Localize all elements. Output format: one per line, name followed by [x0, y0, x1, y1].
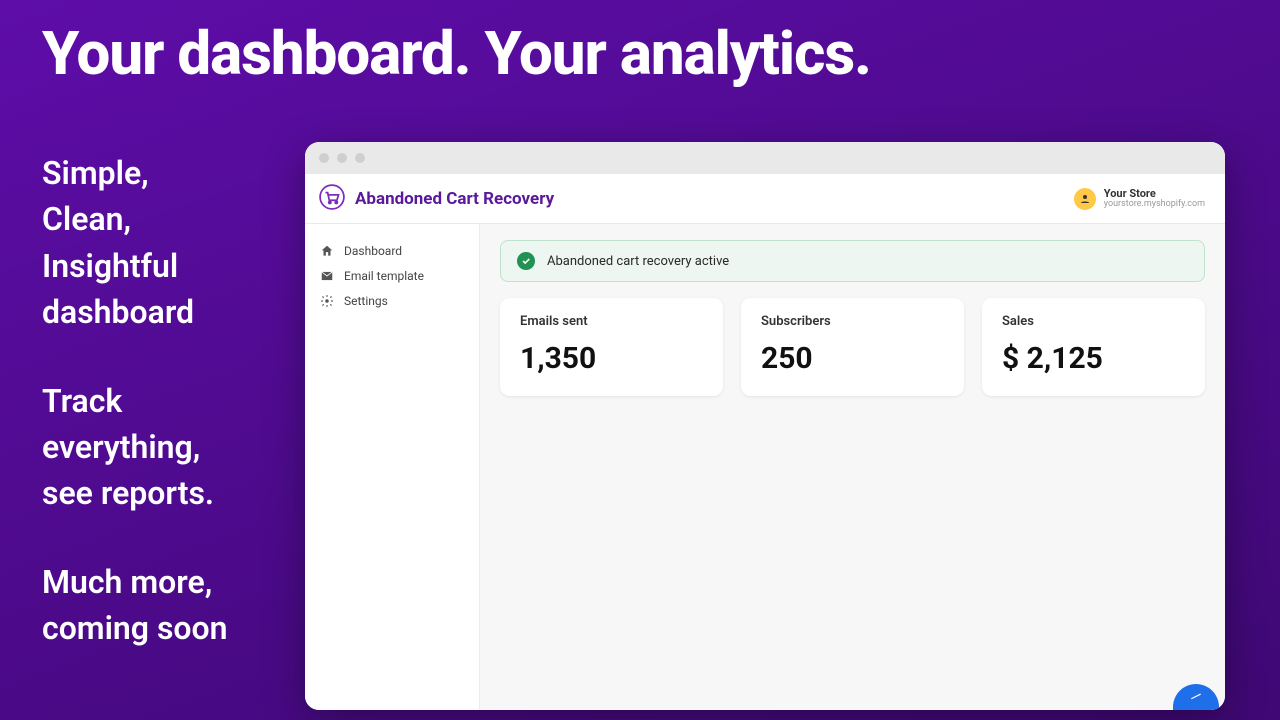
status-banner: Abandoned cart recovery active — [500, 240, 1205, 282]
store-name: Your Store — [1104, 188, 1205, 200]
card-value: 250 — [761, 341, 944, 376]
sidebar-item-email-template[interactable]: Email template — [305, 263, 479, 288]
chat-launcher-icon[interactable] — [1173, 684, 1219, 710]
card-label: Emails sent — [520, 314, 703, 329]
sidebar: Dashboard Email template Settings — [305, 224, 480, 710]
copy-line: Clean, — [42, 196, 292, 242]
sidebar-item-label: Email template — [344, 269, 424, 283]
sidebar-item-dashboard[interactable]: Dashboard — [305, 238, 479, 263]
mail-icon — [319, 268, 334, 283]
card-label: Sales — [1002, 314, 1185, 329]
copy-line: Much more, — [42, 559, 292, 605]
marketing-copy: Simple, Clean, Insightful dashboard Trac… — [42, 150, 292, 652]
sidebar-item-settings[interactable]: Settings — [305, 288, 479, 313]
home-icon — [319, 243, 334, 258]
copy-line: dashboard — [42, 289, 292, 335]
app-brand: Abandoned Cart Recovery — [319, 184, 554, 214]
card-subscribers: Subscribers 250 — [741, 298, 964, 396]
sidebar-item-label: Settings — [344, 294, 388, 308]
copy-line: Simple, — [42, 150, 292, 196]
sidebar-item-label: Dashboard — [344, 244, 402, 258]
copy-line: Insightful — [42, 243, 292, 289]
app-title: Abandoned Cart Recovery — [355, 189, 554, 209]
app-header: Abandoned Cart Recovery Your Store yours… — [305, 174, 1225, 224]
window-titlebar — [305, 142, 1225, 174]
card-emails-sent: Emails sent 1,350 — [500, 298, 723, 396]
copy-line: see reports. — [42, 470, 292, 516]
window-dot-min-icon[interactable] — [337, 153, 347, 163]
gear-icon — [319, 293, 334, 308]
copy-line: coming soon — [42, 605, 292, 651]
hero-title: Your dashboard. Your analytics. — [42, 18, 871, 89]
window-dot-close-icon[interactable] — [319, 153, 329, 163]
avatar-icon — [1074, 188, 1096, 210]
cart-logo-icon — [319, 184, 345, 214]
app-body: Dashboard Email template Settings Ab — [305, 224, 1225, 710]
copy-block-1: Simple, Clean, Insightful dashboard — [42, 150, 292, 336]
card-sales: Sales $ 2,125 — [982, 298, 1205, 396]
window-dot-max-icon[interactable] — [355, 153, 365, 163]
copy-block-2: Track everything, see reports. — [42, 378, 292, 517]
card-value: $ 2,125 — [1002, 341, 1185, 376]
store-info[interactable]: Your Store yourstore.myshopify.com — [1074, 188, 1205, 210]
store-url: yourstore.myshopify.com — [1104, 200, 1205, 210]
stat-cards: Emails sent 1,350 Subscribers 250 Sales … — [500, 298, 1205, 396]
copy-line: Track — [42, 378, 292, 424]
main-content: Abandoned cart recovery active Emails se… — [480, 224, 1225, 710]
copy-line: everything, — [42, 424, 292, 470]
card-label: Subscribers — [761, 314, 944, 329]
card-value: 1,350 — [520, 341, 703, 376]
status-text: Abandoned cart recovery active — [547, 254, 729, 269]
app-window: Abandoned Cart Recovery Your Store yours… — [305, 142, 1225, 710]
store-text: Your Store yourstore.myshopify.com — [1104, 188, 1205, 210]
copy-block-3: Much more, coming soon — [42, 559, 292, 652]
check-circle-icon — [517, 252, 535, 270]
